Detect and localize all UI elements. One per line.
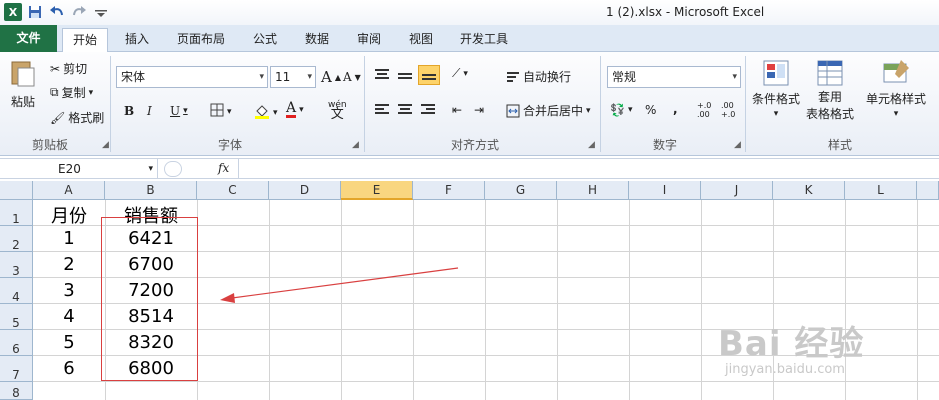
baidu-watermark: Bai 经验 (718, 324, 865, 364)
watermark-url: jingyan.baidu.com (725, 362, 845, 377)
